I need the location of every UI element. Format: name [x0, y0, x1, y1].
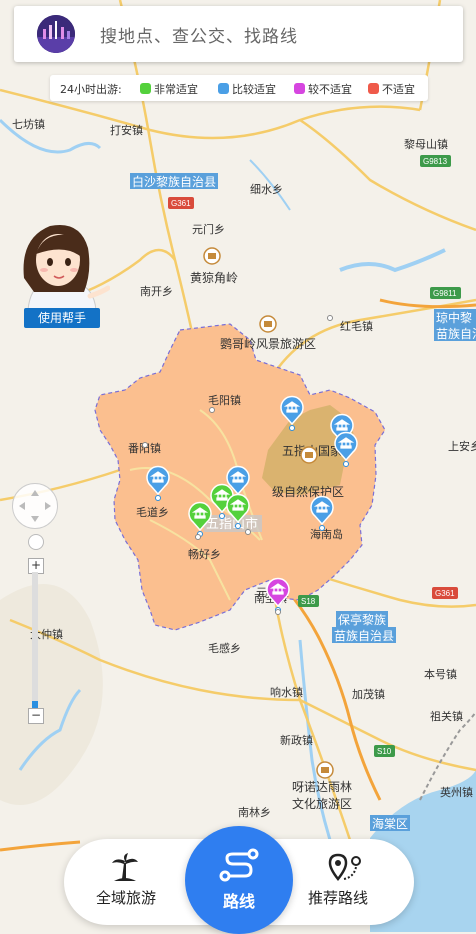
place-label[interactable]: 七坊镇 [12, 117, 45, 131]
poi-icon-hg[interactable] [203, 247, 221, 265]
place-label[interactable]: 加茂镇 [352, 687, 385, 701]
place-label[interactable]: 南林乡 [238, 805, 271, 819]
zoom-level-fill [32, 701, 38, 708]
map-canvas[interactable]: 七坊镇 打安镇黎母山镇细水乡元门乡黄猄角岭南开乡红毛镇鹦哥岭风景旅游区毛阳镇番阳镇… [0, 0, 476, 932]
place-label[interactable]: 毛道乡 [136, 505, 169, 519]
place-label[interactable]: 细水乡 [250, 183, 283, 196]
place-label[interactable]: 新政镇 [280, 733, 313, 747]
district-label[interactable]: 海棠区 [372, 816, 408, 831]
nav-label-all-tourism: 全域旅游 [96, 889, 157, 907]
road-shield-label: G9813 [423, 157, 448, 166]
place-label[interactable]: 鹦哥岭风景旅游区 [220, 337, 316, 351]
legend-title: 24小时出游: [60, 83, 122, 96]
place-label[interactable]: 五指山市 [206, 516, 258, 531]
nav-recommended-routes[interactable]: 推荐路线 [294, 839, 414, 925]
route-icon [219, 848, 259, 882]
palm-tree-icon [112, 853, 138, 881]
place-label[interactable]: 响水镇 [270, 685, 303, 699]
place-label[interactable]: 祖关镇 [430, 709, 463, 723]
district-label[interactable]: 苗族自治 [436, 327, 476, 341]
district-label[interactable]: 琼中黎 [436, 310, 472, 325]
road-shield-label: S10 [377, 747, 392, 756]
nav-label-recommended-routes: 推荐路线 [308, 889, 369, 907]
place-label[interactable]: 文化旅游区 [292, 796, 352, 811]
place-label[interactable]: 畅好乡 [188, 547, 221, 561]
place-label[interactable]: 元门乡 [192, 222, 225, 236]
place-label[interactable]: 毛阳镇 [208, 393, 241, 407]
place-label[interactable]: 上安乡 [448, 439, 476, 453]
place-label[interactable]: 黄猄角岭 [190, 270, 238, 285]
travel-legend: 24小时出游: 非常适宜 比较适宜 较不适宜 不适宜 [50, 75, 428, 101]
route-pin-icon [328, 853, 361, 882]
legend-item-very-suitable: 非常适宜 [140, 81, 198, 97]
poi-icon-ygl[interactable] [259, 315, 277, 333]
search-bar[interactable]: 搜地点、查公交、找路线 [14, 6, 463, 62]
zoom-slider[interactable] [32, 572, 38, 708]
zoom-out-button[interactable]: − [28, 708, 44, 724]
route-button-label: 路线 [222, 892, 255, 911]
road-shield-label: G9811 [433, 289, 457, 298]
place-label[interactable]: 红毛镇 [340, 319, 373, 333]
nav-all-tourism[interactable]: 全域旅游 [64, 839, 184, 925]
place-label[interactable]: 本号镇 [424, 667, 457, 681]
legend-item-less-suitable: 较不适宜 [294, 81, 352, 97]
place-label[interactable]: 毛感乡 [208, 642, 241, 655]
legend-item-unsuitable: 不适宜 [368, 81, 415, 97]
route-button[interactable]: 路线 [185, 826, 293, 934]
poi-icon-ynd[interactable] [316, 761, 334, 779]
pan-control[interactable] [12, 483, 58, 529]
road-shield-label: G361 [435, 589, 455, 598]
place-label[interactable]: 海南岛 [310, 527, 343, 541]
place-label[interactable]: 呀诺达雨林 [292, 780, 352, 794]
poi-icon-wzs[interactable] [300, 446, 318, 464]
legend-item-suitable: 比较适宜 [218, 81, 276, 97]
place-label[interactable]: 打安镇 [110, 123, 143, 137]
place-label[interactable]: 南开乡 [140, 285, 173, 298]
user-avatar[interactable] [37, 15, 75, 53]
helper-button[interactable]: 使用帮手 [24, 308, 100, 328]
place-label[interactable]: 黎母山镇 [404, 137, 448, 151]
locate-button[interactable] [28, 534, 44, 550]
district-label[interactable]: 苗族自治县 [334, 629, 394, 643]
search-input[interactable]: 搜地点、查公交、找路线 [100, 22, 298, 47]
place-label[interactable]: 级自然保护区 [272, 484, 344, 499]
district-label[interactable]: 白沙黎族自治县 [132, 174, 216, 189]
road-shield-label: G361 [171, 199, 191, 208]
road-shield-label: S18 [301, 597, 316, 606]
place-label[interactable]: 英州镇 [440, 785, 473, 799]
district-label[interactable]: 保亭黎族 [338, 612, 386, 627]
